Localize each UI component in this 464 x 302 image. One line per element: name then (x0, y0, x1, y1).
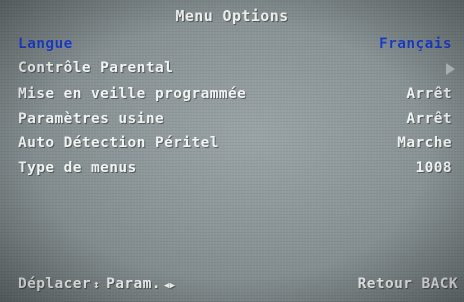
up-down-arrows-icon: ↕ (93, 278, 101, 291)
left-right-arrows-icon: ◀▶ (163, 281, 176, 291)
menu-item-value: Arrêt (406, 111, 452, 127)
menu-item-mise-en-veille[interactable]: Mise en veille programmée Arrêt (0, 86, 464, 108)
menu-item-label: Type de menus (18, 160, 137, 176)
menu-item-value: 1008 (415, 160, 452, 176)
submenu-arrow-icon (446, 63, 455, 75)
menu-item-label: Mise en veille programmée (18, 86, 247, 102)
footer-move-label: Déplacer (18, 276, 92, 292)
osd-screen: Menu Options Langue Français Contrôle Pa… (0, 0, 464, 302)
menu-item-label: Paramètres usine (18, 111, 165, 127)
footer-param-label: Param. (106, 276, 161, 292)
menu-item-label: Auto Détection Péritel (18, 135, 219, 151)
menu-title: Menu Options (175, 7, 289, 25)
menu-item-value: Arrêt (406, 86, 452, 102)
menu-item-langue[interactable]: Langue Français (0, 36, 464, 58)
menu-item-label: Contrôle Parental (18, 60, 174, 76)
footer-move-param-hint: Déplacer ↕ Param. ◀▶ (18, 276, 176, 292)
footer-back-hint: Retour BACK (357, 276, 458, 292)
menu-item-value: Français (378, 36, 452, 52)
menu-item-parametres-usine[interactable]: Paramètres usine Arrêt (0, 111, 464, 133)
menu-item-value: Marche (397, 135, 452, 151)
menu-item-auto-detection-peritel[interactable]: Auto Détection Péritel Marche (0, 135, 464, 157)
menu-item-controle-parental[interactable]: Contrôle Parental (0, 60, 464, 82)
menu-item-type-de-menus[interactable]: Type de menus 1008 (0, 160, 464, 182)
menu-item-label: Langue (18, 36, 73, 52)
footer-hints: Déplacer ↕ Param. ◀▶ Retour BACK (0, 276, 464, 298)
